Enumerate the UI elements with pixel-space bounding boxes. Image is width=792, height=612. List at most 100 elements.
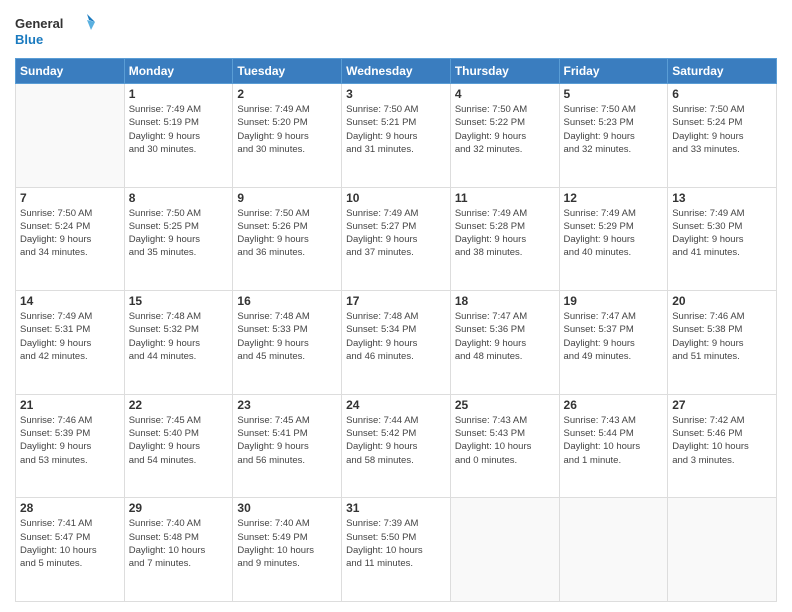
- day-info: Sunrise: 7:50 AMSunset: 5:25 PMDaylight:…: [129, 207, 229, 260]
- day-info: Sunrise: 7:40 AMSunset: 5:48 PMDaylight:…: [129, 517, 229, 570]
- day-info: Sunrise: 7:49 AMSunset: 5:29 PMDaylight:…: [564, 207, 664, 260]
- day-number: 5: [564, 87, 664, 101]
- calendar-cell: 27Sunrise: 7:42 AMSunset: 5:46 PMDayligh…: [668, 394, 777, 498]
- calendar-cell: 1Sunrise: 7:49 AMSunset: 5:19 PMDaylight…: [124, 84, 233, 188]
- calendar-cell: 17Sunrise: 7:48 AMSunset: 5:34 PMDayligh…: [342, 291, 451, 395]
- calendar-cell: 22Sunrise: 7:45 AMSunset: 5:40 PMDayligh…: [124, 394, 233, 498]
- day-number: 30: [237, 501, 337, 515]
- calendar-cell: 3 Sunrise: 7:50 AMSunset: 5:21 PMDaylight…: [342, 84, 451, 188]
- day-number: 31: [346, 501, 446, 515]
- day-header-monday: Monday: [124, 59, 233, 84]
- logo-svg: General Blue: [15, 10, 95, 50]
- day-info: Sunrise: 7:49 AMSunset: 5:30 PMDaylight:…: [672, 207, 772, 260]
- svg-text:General: General: [15, 16, 63, 31]
- day-info: Sunrise: 7:48 AMSunset: 5:34 PMDaylight:…: [346, 310, 446, 363]
- calendar-cell: [16, 84, 125, 188]
- day-number: 4: [455, 87, 555, 101]
- calendar-cell: [559, 498, 668, 602]
- calendar-cell: 9 Sunrise: 7:50 AMSunset: 5:26 PMDaylight…: [233, 187, 342, 291]
- day-number: 18: [455, 294, 555, 308]
- day-info: Sunrise: 7:45 AMSunset: 5:40 PMDaylight:…: [129, 414, 229, 467]
- day-info: Sunrise: 7:48 AMSunset: 5:33 PMDaylight:…: [237, 310, 337, 363]
- calendar-cell: 23 Sunrise: 7:45 AMSunset: 5:41 PMDayligh…: [233, 394, 342, 498]
- day-info: Sunrise: 7:43 AMSunset: 5:44 PMDaylight:…: [564, 414, 664, 467]
- calendar-cell: 8Sunrise: 7:50 AMSunset: 5:25 PMDaylight…: [124, 187, 233, 291]
- calendar-cell: 11 Sunrise: 7:49 AMSunset: 5:28 PMDayligh…: [450, 187, 559, 291]
- day-header-tuesday: Tuesday: [233, 59, 342, 84]
- day-number: 23: [237, 398, 337, 412]
- calendar-cell: 30 Sunrise: 7:40 AMSunset: 5:49 PMDayligh…: [233, 498, 342, 602]
- day-info: Sunrise: 7:46 AMSunset: 5:39 PMDaylight:…: [20, 414, 120, 467]
- day-header-thursday: Thursday: [450, 59, 559, 84]
- calendar-cell: 4 Sunrise: 7:50 AMSunset: 5:22 PMDaylight…: [450, 84, 559, 188]
- calendar-cell: 24 Sunrise: 7:44 AMSunset: 5:42 PMDayligh…: [342, 394, 451, 498]
- day-info: Sunrise: 7:50 AMSunset: 5:24 PMDaylight:…: [20, 207, 120, 260]
- day-info: Sunrise: 7:45 AMSunset: 5:41 PMDaylight:…: [237, 414, 337, 467]
- day-number: 9: [237, 191, 337, 205]
- day-number: 7: [20, 191, 120, 205]
- day-header-saturday: Saturday: [668, 59, 777, 84]
- day-info: Sunrise: 7:47 AMSunset: 5:36 PMDaylight:…: [455, 310, 555, 363]
- calendar-cell: 6Sunrise: 7:50 AMSunset: 5:24 PMDaylight…: [668, 84, 777, 188]
- calendar-cell: [668, 498, 777, 602]
- day-number: 25: [455, 398, 555, 412]
- day-number: 3: [346, 87, 446, 101]
- day-info: Sunrise: 7:50 AMSunset: 5:21 PMDaylight:…: [346, 103, 446, 156]
- day-info: Sunrise: 7:44 AMSunset: 5:42 PMDaylight:…: [346, 414, 446, 467]
- day-info: Sunrise: 7:49 AMSunset: 5:27 PMDaylight:…: [346, 207, 446, 260]
- day-number: 28: [20, 501, 120, 515]
- calendar-cell: 25Sunrise: 7:43 AMSunset: 5:43 PMDayligh…: [450, 394, 559, 498]
- calendar-cell: 20 Sunrise: 7:46 AMSunset: 5:38 PMDayligh…: [668, 291, 777, 395]
- calendar-cell: 21 Sunrise: 7:46 AMSunset: 5:39 PMDayligh…: [16, 394, 125, 498]
- logo: General Blue: [15, 10, 95, 50]
- day-header-friday: Friday: [559, 59, 668, 84]
- calendar-week-row: 21 Sunrise: 7:46 AMSunset: 5:39 PMDayligh…: [16, 394, 777, 498]
- calendar-cell: 13 Sunrise: 7:49 AMSunset: 5:30 PMDayligh…: [668, 187, 777, 291]
- day-info: Sunrise: 7:46 AMSunset: 5:38 PMDaylight:…: [672, 310, 772, 363]
- day-number: 16: [237, 294, 337, 308]
- calendar-week-row: 7 Sunrise: 7:50 AMSunset: 5:24 PMDaylight…: [16, 187, 777, 291]
- day-number: 13: [672, 191, 772, 205]
- day-info: Sunrise: 7:48 AMSunset: 5:32 PMDaylight:…: [129, 310, 229, 363]
- calendar-cell: 14Sunrise: 7:49 AMSunset: 5:31 PMDayligh…: [16, 291, 125, 395]
- calendar-cell: 28Sunrise: 7:41 AMSunset: 5:47 PMDayligh…: [16, 498, 125, 602]
- day-number: 2: [237, 87, 337, 101]
- calendar-week-row: 14Sunrise: 7:49 AMSunset: 5:31 PMDayligh…: [16, 291, 777, 395]
- calendar-header-row: SundayMondayTuesdayWednesdayThursdayFrid…: [16, 59, 777, 84]
- day-number: 10: [346, 191, 446, 205]
- day-info: Sunrise: 7:49 AMSunset: 5:20 PMDaylight:…: [237, 103, 337, 156]
- day-info: Sunrise: 7:39 AMSunset: 5:50 PMDaylight:…: [346, 517, 446, 570]
- calendar-cell: 7 Sunrise: 7:50 AMSunset: 5:24 PMDaylight…: [16, 187, 125, 291]
- day-number: 21: [20, 398, 120, 412]
- calendar-table: SundayMondayTuesdayWednesdayThursdayFrid…: [15, 58, 777, 602]
- day-number: 12: [564, 191, 664, 205]
- day-number: 19: [564, 294, 664, 308]
- calendar-cell: 10 Sunrise: 7:49 AMSunset: 5:27 PMDayligh…: [342, 187, 451, 291]
- calendar-cell: [450, 498, 559, 602]
- day-number: 27: [672, 398, 772, 412]
- day-number: 24: [346, 398, 446, 412]
- day-info: Sunrise: 7:49 AMSunset: 5:19 PMDaylight:…: [129, 103, 229, 156]
- calendar-cell: 15 Sunrise: 7:48 AMSunset: 5:32 PMDayligh…: [124, 291, 233, 395]
- calendar-cell: 18 Sunrise: 7:47 AMSunset: 5:36 PMDayligh…: [450, 291, 559, 395]
- day-number: 11: [455, 191, 555, 205]
- day-number: 20: [672, 294, 772, 308]
- svg-text:Blue: Blue: [15, 32, 43, 47]
- day-info: Sunrise: 7:50 AMSunset: 5:24 PMDaylight:…: [672, 103, 772, 156]
- calendar-cell: 29Sunrise: 7:40 AMSunset: 5:48 PMDayligh…: [124, 498, 233, 602]
- calendar-week-row: 28Sunrise: 7:41 AMSunset: 5:47 PMDayligh…: [16, 498, 777, 602]
- calendar-cell: 26Sunrise: 7:43 AMSunset: 5:44 PMDayligh…: [559, 394, 668, 498]
- calendar-cell: 16 Sunrise: 7:48 AMSunset: 5:33 PMDayligh…: [233, 291, 342, 395]
- day-number: 15: [129, 294, 229, 308]
- calendar-cell: 5 Sunrise: 7:50 AMSunset: 5:23 PMDaylight…: [559, 84, 668, 188]
- calendar-week-row: 1Sunrise: 7:49 AMSunset: 5:19 PMDaylight…: [16, 84, 777, 188]
- day-info: Sunrise: 7:50 AMSunset: 5:23 PMDaylight:…: [564, 103, 664, 156]
- day-header-wednesday: Wednesday: [342, 59, 451, 84]
- header: General Blue: [15, 10, 777, 50]
- day-info: Sunrise: 7:49 AMSunset: 5:28 PMDaylight:…: [455, 207, 555, 260]
- day-info: Sunrise: 7:40 AMSunset: 5:49 PMDaylight:…: [237, 517, 337, 570]
- day-info: Sunrise: 7:50 AMSunset: 5:22 PMDaylight:…: [455, 103, 555, 156]
- day-info: Sunrise: 7:50 AMSunset: 5:26 PMDaylight:…: [237, 207, 337, 260]
- day-info: Sunrise: 7:47 AMSunset: 5:37 PMDaylight:…: [564, 310, 664, 363]
- calendar-cell: 19 Sunrise: 7:47 AMSunset: 5:37 PMDayligh…: [559, 291, 668, 395]
